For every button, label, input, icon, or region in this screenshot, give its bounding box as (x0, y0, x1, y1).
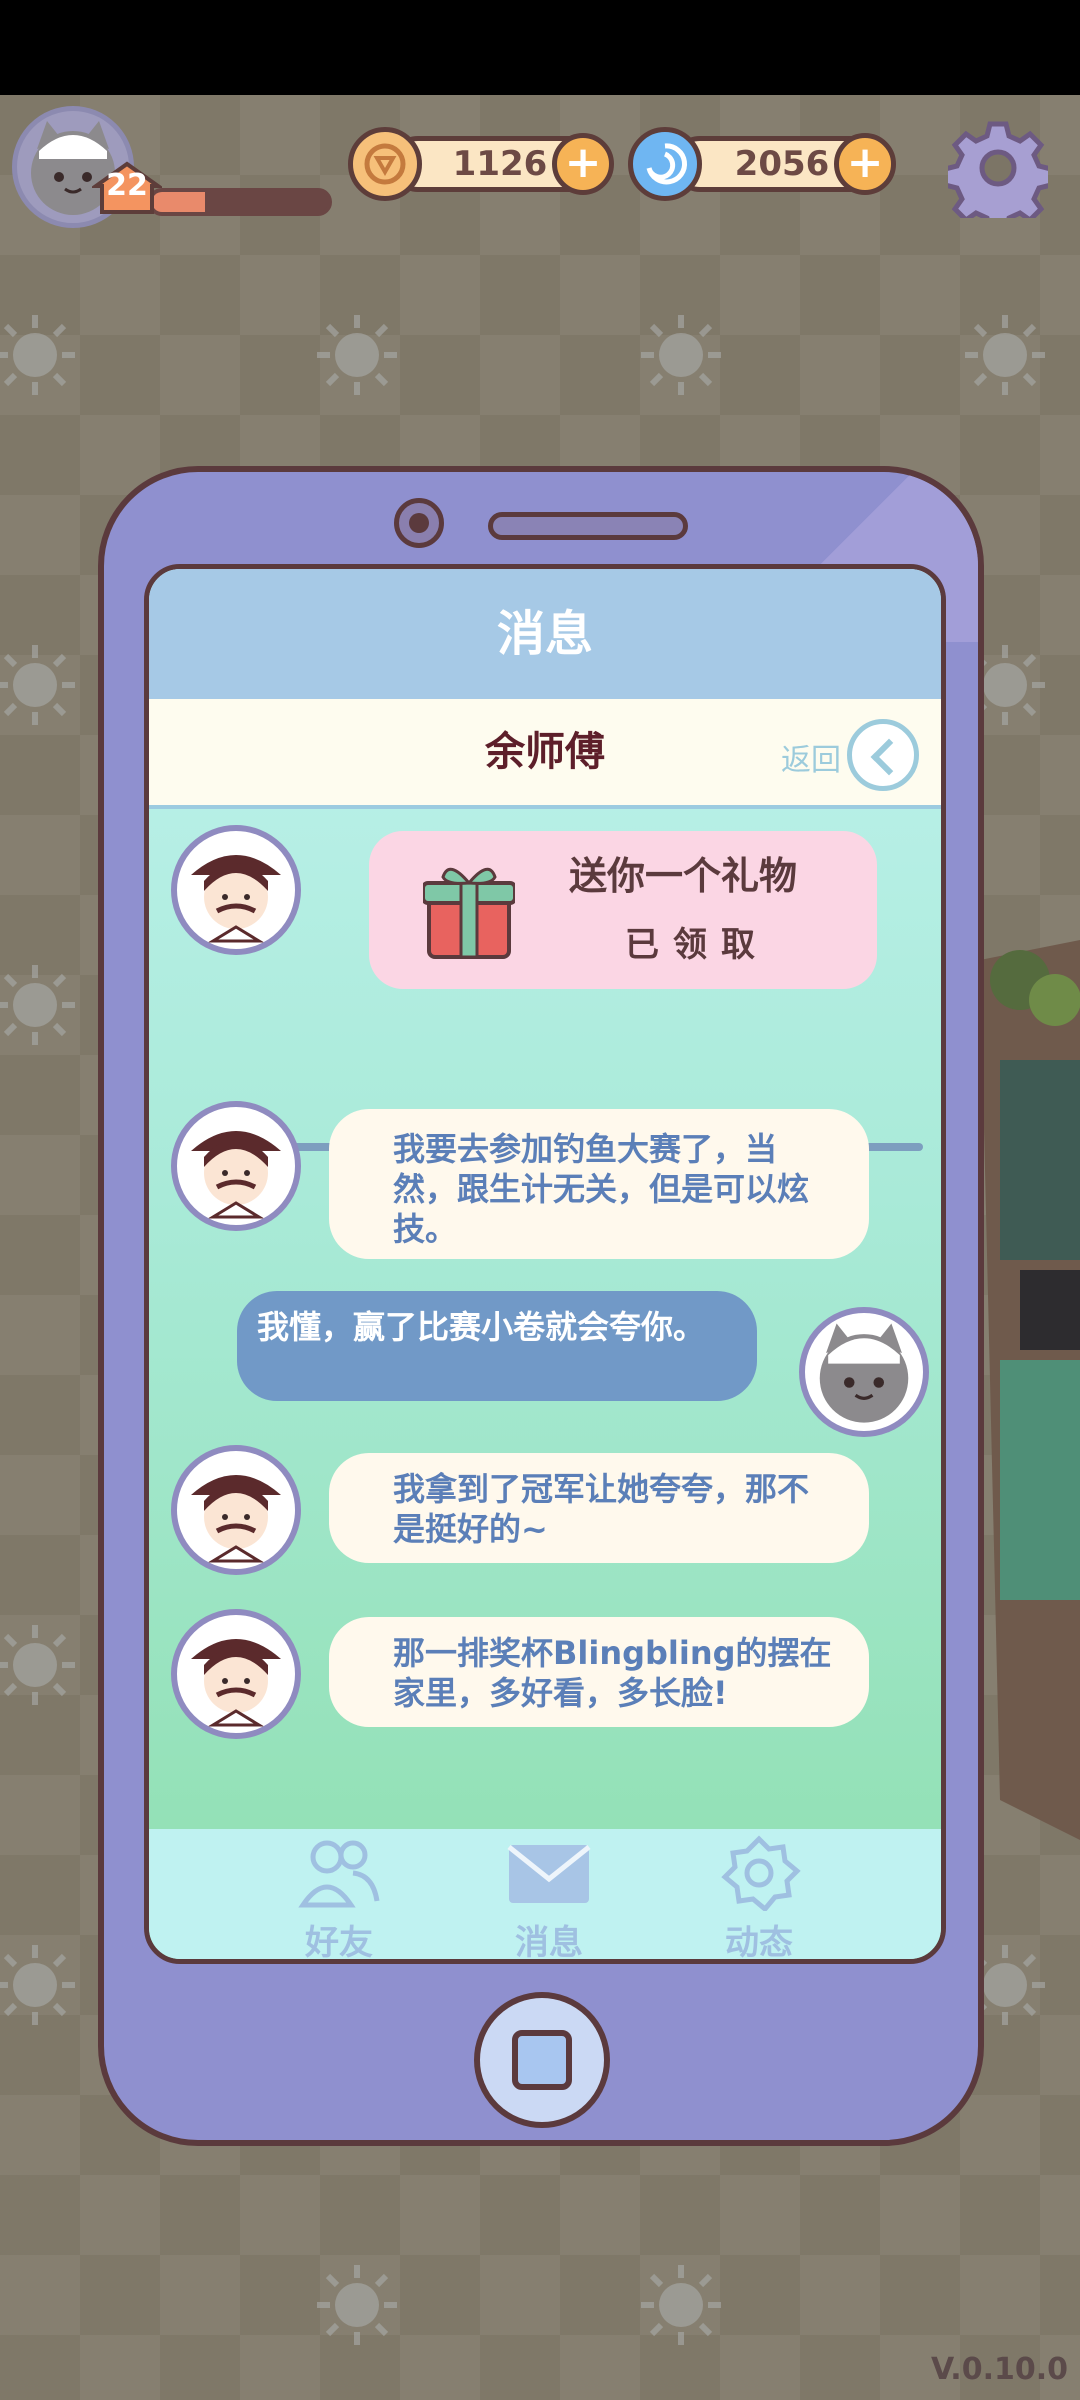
sun-decoration-icon (641, 315, 721, 395)
moments-icon (721, 1835, 801, 1911)
phone-frame: 消息 余师傅 返回 送你一个礼物 已领取 我要去参加钓鱼大赛了，当然，跟生计无关… (98, 466, 984, 2146)
screen-title: 消息 (149, 569, 941, 699)
player-avatar-small[interactable] (799, 1307, 929, 1437)
add-coins-button[interactable]: + (552, 133, 614, 195)
status-bar (0, 0, 1080, 95)
tab-label: 好友 (305, 1923, 373, 1963)
message-bubble-contact: 那一排奖杯Blingbling的摆在家里，多好看，多长脸! (329, 1617, 869, 1727)
back-label[interactable]: 返回 (781, 735, 841, 779)
level-number: 22 (106, 168, 148, 203)
version-label: V.0.10.0 (930, 2352, 1068, 2387)
gem-amount: 2056 (734, 144, 830, 184)
tab-label: 消息 (515, 1923, 583, 1963)
contact-avatar[interactable] (171, 1609, 301, 1739)
gift-box-icon (423, 867, 515, 959)
tab-bar: 好友 消息 动态 (149, 1829, 941, 1959)
coin-icon (348, 127, 422, 201)
home-button-square-icon (512, 2030, 572, 2090)
gift-status: 已领取 (625, 925, 769, 965)
coin-amount: 1126 (452, 144, 548, 184)
contact-avatar[interactable] (171, 1101, 301, 1231)
chef-face-icon (191, 1639, 281, 1727)
tab-moments[interactable]: 动态 (659, 1829, 859, 1959)
sun-decoration-icon (317, 2265, 397, 2345)
tab-friends[interactable]: 好友 (239, 1829, 439, 1959)
xp-bar (148, 188, 332, 216)
sun-decoration-icon (965, 315, 1045, 395)
message-text: 我懂，赢了比赛小卷就会夸你。 (257, 1308, 706, 1346)
settings-gear-icon[interactable] (948, 118, 1048, 218)
sun-decoration-icon (0, 645, 75, 725)
message-bubble-contact: 我拿到了冠军让她夸夸，那不是挺好的~ (329, 1453, 869, 1563)
message-bubble-contact: 我要去参加钓鱼大赛了，当然，跟生计无关，但是可以炫技。 (329, 1109, 869, 1259)
sun-decoration-icon (0, 965, 75, 1045)
back-button[interactable] (847, 719, 919, 791)
chef-face-icon (191, 855, 281, 943)
gift-card[interactable]: 送你一个礼物 已领取 (369, 831, 877, 989)
tab-label: 动态 (725, 1923, 793, 1963)
gift-title: 送你一个礼物 (569, 854, 798, 898)
contact-header: 余师傅 返回 (149, 699, 941, 809)
sun-decoration-icon (0, 315, 75, 395)
sun-decoration-icon (0, 1945, 75, 2025)
sun-decoration-icon (641, 2265, 721, 2345)
phone-screen: 消息 余师傅 返回 送你一个礼物 已领取 我要去参加钓鱼大赛了，当然，跟生计无关… (144, 564, 946, 1964)
friends-icon (298, 1840, 380, 1908)
mail-icon (507, 1845, 591, 1903)
message-text: 我要去参加钓鱼大赛了，当然，跟生计无关，但是可以炫技。 (393, 1130, 810, 1248)
message-bubble-me: 我懂，赢了比赛小卷就会夸你。 (237, 1291, 757, 1401)
message-text: 我拿到了冠军让她夸夸，那不是挺好的~ (393, 1470, 810, 1548)
sun-decoration-icon (317, 315, 397, 395)
swirl-gem-icon (628, 127, 702, 201)
phone-camera (394, 498, 444, 548)
chef-face-icon (191, 1475, 281, 1563)
message-text: 那一排奖杯Blingbling的摆在家里，多好看，多长脸! (393, 1634, 832, 1712)
phone-speaker (488, 512, 688, 540)
cat-face-icon (819, 1323, 909, 1423)
tab-messages[interactable]: 消息 (449, 1829, 649, 1959)
chef-face-icon (191, 1131, 281, 1219)
contact-avatar[interactable] (171, 825, 301, 955)
home-button[interactable] (474, 1992, 610, 2128)
add-gems-button[interactable]: + (834, 133, 896, 195)
contact-avatar[interactable] (171, 1445, 301, 1575)
sun-decoration-icon (0, 1625, 75, 1705)
